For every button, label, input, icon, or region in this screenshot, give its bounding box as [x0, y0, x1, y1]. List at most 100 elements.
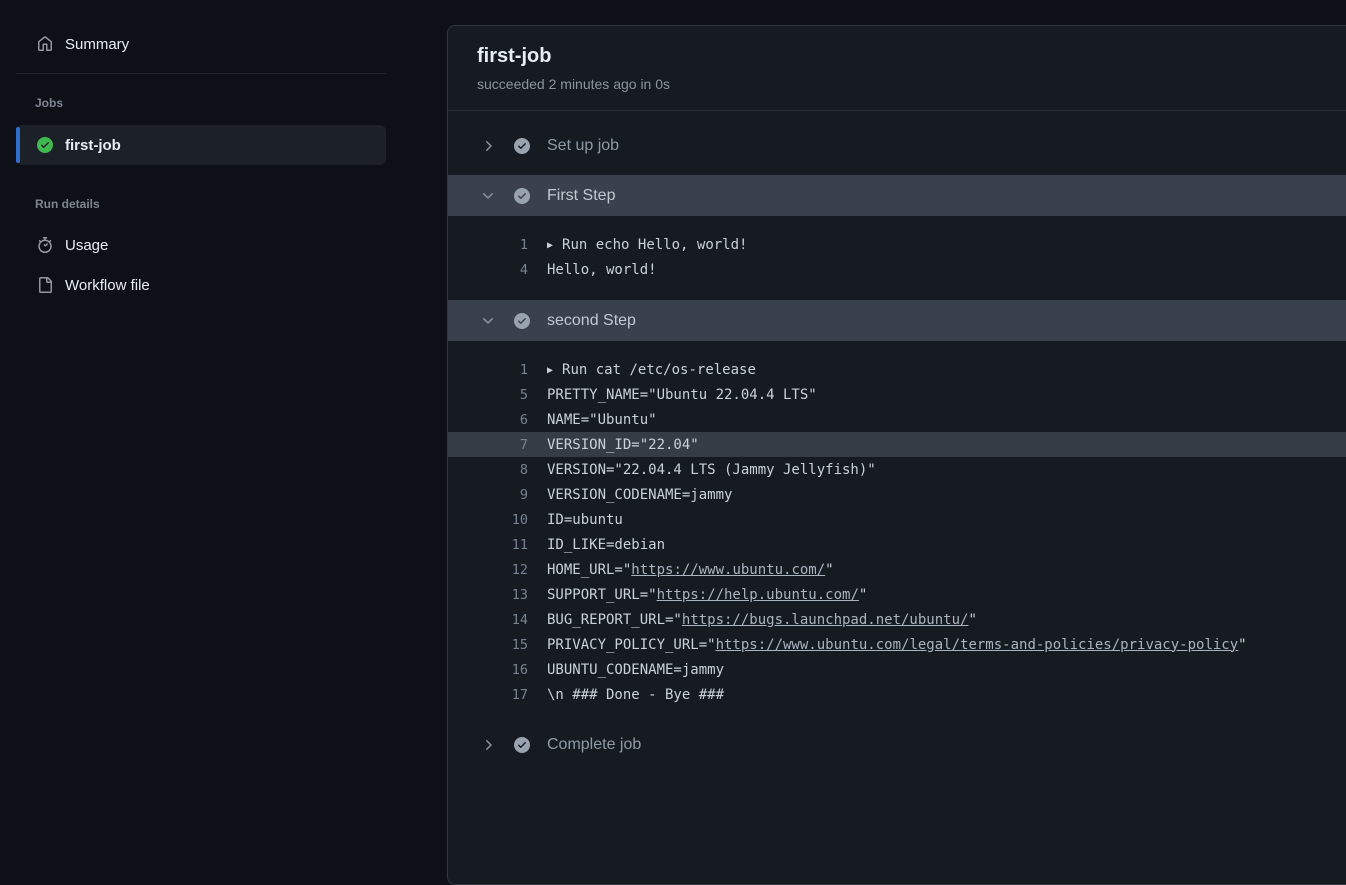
log-line: 10 ID=ubuntu: [448, 507, 1346, 532]
log-line-text: BUG_REPORT_URL="https://bugs.launchpad.n…: [547, 612, 977, 628]
log-line-text: ID=ubuntu: [547, 512, 623, 528]
log-line-text: NAME="Ubuntu": [547, 412, 657, 428]
sidebar-item-label: Workflow file: [65, 277, 150, 294]
step-check-circle-icon: [514, 737, 530, 753]
log-line-number[interactable]: 8: [448, 462, 528, 478]
log-line-text: PRIVACY_POLICY_URL="https://www.ubuntu.c…: [547, 637, 1247, 653]
log-line-number[interactable]: 1: [448, 362, 528, 378]
log-line: 4 Hello, world!: [448, 257, 1346, 282]
step-title: Complete job: [547, 736, 641, 754]
sidebar-divider: [16, 73, 386, 74]
log-text-segment: PRETTY_NAME="Ubuntu 22.04.4 LTS": [547, 387, 817, 403]
log-line: 12 HOME_URL="https://www.ubuntu.com/": [448, 557, 1346, 582]
sidebar-item-label: first-job: [65, 137, 121, 154]
log-line: 11 ID_LIKE=debian: [448, 532, 1346, 557]
log-line-text: UBUNTU_CODENAME=jammy: [547, 662, 724, 678]
log-line-number[interactable]: 4: [448, 262, 528, 278]
log-line-number[interactable]: 9: [448, 487, 528, 503]
log-line-number[interactable]: 17: [448, 687, 528, 703]
log-line-number[interactable]: 6: [448, 412, 528, 428]
step-header[interactable]: second Step: [448, 300, 1346, 341]
log-text-segment: BUG_REPORT_URL=": [547, 612, 682, 628]
log-line: 14 BUG_REPORT_URL="https://bugs.launchpa…: [448, 607, 1346, 632]
log-link[interactable]: https://help.ubuntu.com/: [657, 587, 859, 603]
log-text-segment: VERSION="22.04.4 LTS (Jammy Jellyfish)": [547, 462, 876, 478]
log-line-number[interactable]: 14: [448, 612, 528, 628]
log-line-number[interactable]: 15: [448, 637, 528, 653]
sidebar-item-label: Usage: [65, 237, 108, 254]
log-line: 5 PRETTY_NAME="Ubuntu 22.04.4 LTS": [448, 382, 1346, 407]
step-lines: 1 ▶ Run echo Hello, world! 4 Hello, world…: [448, 232, 1346, 282]
log-line-text: VERSION="22.04.4 LTS (Jammy Jellyfish)": [547, 462, 876, 478]
chevron-down-icon: [480, 313, 496, 329]
step-header[interactable]: Complete job: [448, 725, 1346, 765]
log-text-segment: UBUNTU_CODENAME=jammy: [547, 662, 724, 678]
log-line-number[interactable]: 5: [448, 387, 528, 403]
log-text-segment: Hello, world!: [547, 262, 657, 278]
sidebar-item-label: Summary: [65, 36, 129, 53]
log-group-toggle-icon[interactable]: ▶: [547, 240, 553, 251]
sidebar-item-usage[interactable]: Usage: [16, 225, 386, 265]
log-line-number[interactable]: 13: [448, 587, 528, 603]
log-text-segment: NAME="Ubuntu": [547, 412, 657, 428]
log-line: 8 VERSION="22.04.4 LTS (Jammy Jellyfish)…: [448, 457, 1346, 482]
job-status-text: succeeded 2 minutes ago in 0s: [477, 76, 1346, 92]
step-title: Set up job: [547, 137, 619, 155]
home-icon: [37, 36, 53, 52]
step-check-circle-icon: [514, 188, 530, 204]
log-line-text: ID_LIKE=debian: [547, 537, 665, 553]
log-text-segment: ": [825, 562, 833, 578]
log-text-segment: SUPPORT_URL=": [547, 587, 657, 603]
log-link[interactable]: https://www.ubuntu.com/: [631, 562, 825, 578]
sidebar-item-first-job[interactable]: first-job: [16, 125, 386, 165]
log-line-number[interactable]: 10: [448, 512, 528, 528]
log-link[interactable]: https://bugs.launchpad.net/ubuntu/: [682, 612, 969, 628]
step-section: Complete job: [448, 725, 1346, 765]
log-line-number[interactable]: 12: [448, 562, 528, 578]
log-line-text: VERSION_ID="22.04": [547, 437, 699, 453]
log-text-segment: Run echo Hello, world!: [562, 237, 747, 253]
log-line: 13 SUPPORT_URL="https://help.ubuntu.com/…: [448, 582, 1346, 607]
log-text-segment: Run cat /etc/os-release: [562, 362, 756, 378]
step-section: First Step 1 ▶ Run echo Hello, world! 4 H…: [448, 175, 1346, 282]
log-text-segment: ": [859, 587, 867, 603]
log-line-number[interactable]: 7: [448, 437, 528, 453]
log-line-text: ▶ Run cat /etc/os-release: [547, 362, 756, 378]
log-text-segment: VERSION_CODENAME=jammy: [547, 487, 732, 503]
step-header[interactable]: Set up job: [448, 126, 1346, 166]
log-line-text: PRETTY_NAME="Ubuntu 22.04.4 LTS": [547, 387, 817, 403]
stopwatch-icon: [37, 237, 53, 253]
step-header[interactable]: First Step: [448, 175, 1346, 216]
sidebar-item-summary[interactable]: Summary: [16, 24, 386, 64]
log-text-segment: ": [968, 612, 976, 628]
job-log-panel: first-job succeeded 2 minutes ago in 0s …: [447, 25, 1346, 885]
log-line: 16 UBUNTU_CODENAME=jammy: [448, 657, 1346, 682]
log-text-segment: PRIVACY_POLICY_URL=": [547, 637, 716, 653]
log-line: 7 VERSION_ID="22.04": [448, 432, 1346, 457]
log-line-text: HOME_URL="https://www.ubuntu.com/": [547, 562, 834, 578]
log-line: 17 \n ### Done - Bye ###: [448, 682, 1346, 707]
log-line-number[interactable]: 1: [448, 237, 528, 253]
steps-list: Set up job First Step 1 ▶ Run echo Hello,…: [448, 111, 1346, 805]
log-text-segment: ID=ubuntu: [547, 512, 623, 528]
log-line-number[interactable]: 11: [448, 537, 528, 553]
log-line-text: VERSION_CODENAME=jammy: [547, 487, 732, 503]
run-details-section-label: Run details: [16, 197, 386, 211]
log-line-text: \n ### Done - Bye ###: [547, 687, 724, 703]
log-link[interactable]: https://www.ubuntu.com/legal/terms-and-p…: [716, 637, 1239, 653]
step-section: second Step 1 ▶ Run cat /etc/os-release 5…: [448, 300, 1346, 707]
log-text-segment: ": [1238, 637, 1246, 653]
log-line: 6 NAME="Ubuntu": [448, 407, 1346, 432]
step-check-circle-icon: [514, 138, 530, 154]
chevron-right-icon: [480, 737, 496, 753]
log-text-segment: \n ### Done - Bye ###: [547, 687, 724, 703]
log-line-text: ▶ Run echo Hello, world!: [547, 237, 747, 253]
log-group-toggle-icon[interactable]: ▶: [547, 365, 553, 376]
success-check-circle-icon: [37, 137, 53, 153]
sidebar-item-workflow-file[interactable]: Workflow file: [16, 265, 386, 305]
log-text-segment: HOME_URL=": [547, 562, 631, 578]
log-text-segment: VERSION_ID="22.04": [547, 437, 699, 453]
chevron-down-icon: [480, 188, 496, 204]
log-line-number[interactable]: 16: [448, 662, 528, 678]
log-line-text: SUPPORT_URL="https://help.ubuntu.com/": [547, 587, 867, 603]
